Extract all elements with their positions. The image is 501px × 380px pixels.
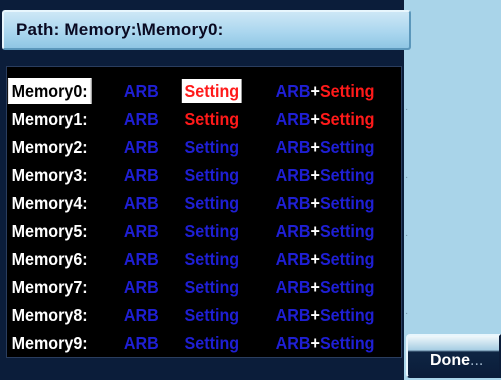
memory-row-3[interactable]: Memory3: ARB Setting ARB+Setting	[7, 163, 375, 187]
arb-part: ARB	[275, 221, 311, 241]
plus-sign: +	[310, 137, 320, 157]
path-label: Path: Memory:\Memory0:	[16, 20, 224, 39]
plus-sign: +	[310, 305, 320, 325]
setting-slot[interactable]: Setting	[182, 107, 242, 131]
done-button[interactable]: Done...	[406, 334, 501, 378]
plus-sign: +	[310, 249, 320, 269]
memory-name[interactable]: Memory5:	[9, 219, 91, 243]
setting-slot[interactable]: Setting	[182, 247, 242, 271]
setting-slot[interactable]: Setting	[182, 163, 242, 187]
arb-part: ARB	[275, 137, 311, 157]
edge-marker: ·	[405, 172, 409, 183]
memory-row-9[interactable]: Memory9: ARB Setting ARB+Setting	[7, 331, 375, 355]
plus-sign: +	[310, 165, 320, 185]
arb-slot[interactable]: ARB	[124, 163, 159, 187]
setting-part: Setting	[319, 277, 375, 297]
arb-slot[interactable]: ARB	[124, 135, 159, 159]
setting-slot[interactable]: Setting	[182, 303, 242, 327]
memory-row-2[interactable]: Memory2: ARB Setting ARB+Setting	[7, 135, 375, 159]
plus-sign: +	[310, 277, 320, 297]
memory-row-7[interactable]: Memory7: ARB Setting ARB+Setting	[7, 275, 375, 299]
arb-setting-slot[interactable]: ARB+Setting	[276, 303, 375, 327]
memory-name[interactable]: Memory2:	[9, 135, 91, 159]
arb-setting-slot[interactable]: ARB+Setting	[276, 191, 375, 215]
memory-name[interactable]: Memory3:	[9, 163, 91, 187]
arb-setting-slot[interactable]: ARB+Setting	[276, 107, 375, 131]
memory-list: Memory0: ARB Setting ARB+Setting Memory1…	[6, 66, 402, 358]
arb-setting-slot[interactable]: ARB+Setting	[276, 275, 375, 299]
arb-part: ARB	[275, 277, 311, 297]
setting-slot[interactable]: Setting	[182, 191, 242, 215]
arb-part: ARB	[275, 333, 311, 353]
arb-setting-slot[interactable]: ARB+Setting	[276, 163, 375, 187]
memory-name[interactable]: Memory8:	[9, 303, 91, 327]
memory-row-5[interactable]: Memory5: ARB Setting ARB+Setting	[7, 219, 375, 243]
plus-sign: +	[310, 109, 320, 129]
memory-name[interactable]: Memory6:	[9, 247, 91, 271]
setting-part: Setting	[319, 193, 375, 213]
setting-part: Setting	[319, 333, 375, 353]
memory-name[interactable]: Memory4:	[9, 191, 91, 215]
arb-part: ARB	[275, 81, 311, 101]
path-bar: Path: Memory:\Memory0:	[2, 10, 411, 50]
arb-slot[interactable]: ARB	[124, 303, 159, 327]
memory-row-1[interactable]: Memory1: ARB Setting ARB+Setting	[7, 107, 375, 131]
memory-name[interactable]: Memory7:	[9, 275, 91, 299]
edge-marker: ·	[405, 230, 409, 241]
arb-setting-slot[interactable]: ARB+Setting	[276, 247, 375, 271]
setting-slot[interactable]: Setting	[182, 135, 242, 159]
setting-slot[interactable]: Setting	[182, 219, 242, 243]
setting-part: Setting	[319, 109, 375, 129]
setting-slot[interactable]: Setting	[182, 331, 242, 355]
done-label: Done	[430, 352, 470, 369]
memory-row-0[interactable]: Memory0: ARB Setting ARB+Setting	[7, 78, 375, 104]
setting-part: Setting	[319, 221, 375, 241]
memory-name[interactable]: Memory9:	[9, 331, 91, 355]
arb-slot[interactable]: ARB	[124, 275, 159, 299]
setting-part: Setting	[319, 305, 375, 325]
arb-setting-slot[interactable]: ARB+Setting	[276, 135, 375, 159]
setting-part: Setting	[319, 81, 375, 101]
edge-marker: ·	[405, 308, 409, 319]
setting-slot[interactable]: Setting	[181, 79, 242, 103]
arb-slot[interactable]: ARB	[124, 247, 159, 271]
memory-row-6[interactable]: Memory6: ARB Setting ARB+Setting	[7, 247, 375, 271]
plus-sign: +	[310, 81, 320, 101]
memory-row-8[interactable]: Memory8: ARB Setting ARB+Setting	[7, 303, 375, 327]
plus-sign: +	[310, 221, 320, 241]
setting-part: Setting	[319, 249, 375, 269]
arb-slot[interactable]: ARB	[124, 191, 159, 215]
arb-setting-slot[interactable]: ARB+Setting	[276, 79, 375, 103]
plus-sign: +	[310, 193, 320, 213]
setting-part: Setting	[319, 137, 375, 157]
arb-slot[interactable]: ARB	[124, 79, 159, 103]
arb-slot[interactable]: ARB	[124, 219, 159, 243]
done-ellipsis: ...	[470, 352, 484, 369]
arb-slot[interactable]: ARB	[124, 331, 159, 355]
memory-name[interactable]: Memory1:	[9, 107, 91, 131]
arb-part: ARB	[275, 165, 311, 185]
arb-setting-slot[interactable]: ARB+Setting	[276, 331, 375, 355]
arb-part: ARB	[275, 193, 311, 213]
setting-slot[interactable]: Setting	[182, 275, 242, 299]
setting-part: Setting	[319, 165, 375, 185]
arb-part: ARB	[275, 249, 311, 269]
arb-slot[interactable]: ARB	[124, 107, 159, 131]
plus-sign: +	[310, 333, 320, 353]
memory-name[interactable]: Memory0:	[7, 78, 92, 104]
memory-row-4[interactable]: Memory4: ARB Setting ARB+Setting	[7, 191, 375, 215]
arb-part: ARB	[275, 109, 311, 129]
edge-marker: ·	[405, 104, 409, 115]
arb-setting-slot[interactable]: ARB+Setting	[276, 219, 375, 243]
arb-part: ARB	[275, 305, 311, 325]
